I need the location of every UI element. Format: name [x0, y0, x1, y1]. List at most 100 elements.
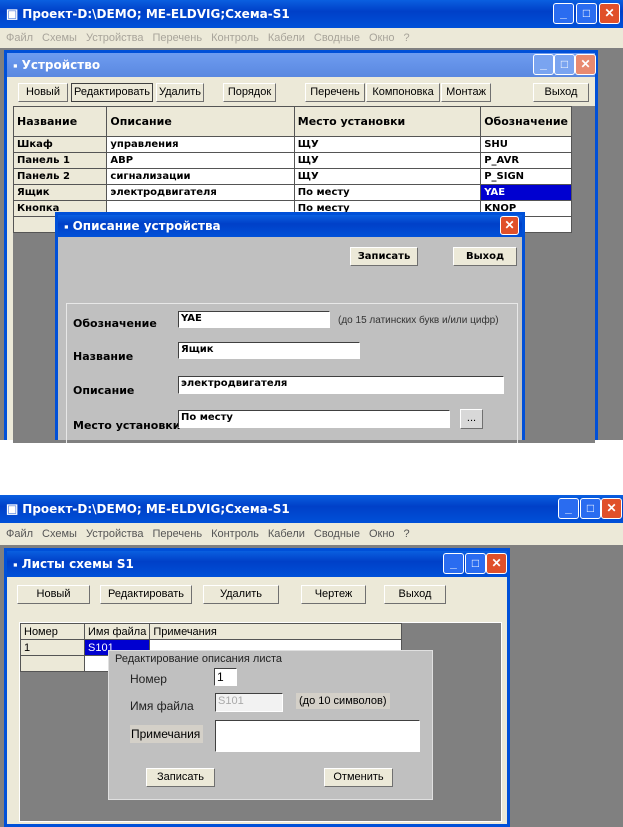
- device-window-title: Устройство: [21, 58, 101, 72]
- child-minimize-button[interactable]: _: [533, 54, 554, 75]
- edit-button[interactable]: Редактировать: [100, 585, 192, 604]
- close-button[interactable]: ✕: [599, 3, 620, 24]
- cell[interactable]: Панель 2: [12, 168, 108, 185]
- browse-button[interactable]: ...: [460, 409, 483, 429]
- exit-button[interactable]: Выход: [384, 585, 446, 604]
- menu-summary[interactable]: Сводные: [314, 32, 360, 44]
- cell[interactable]: сигнализации: [106, 168, 295, 185]
- menu-cables[interactable]: Кабели: [268, 32, 305, 44]
- window-icon: ▪: [13, 57, 18, 73]
- new-button[interactable]: Новый: [17, 585, 90, 604]
- name-input[interactable]: Ящик: [178, 342, 360, 359]
- new-button[interactable]: Новый: [18, 83, 68, 102]
- col-notes[interactable]: Примечания: [149, 623, 402, 640]
- location-label: Место установки: [73, 419, 181, 432]
- table-row[interactable]: Панель 2 сигнализации ЩУ P_SIGN: [12, 168, 572, 185]
- menu-schemes[interactable]: Схемы: [42, 32, 77, 44]
- cell[interactable]: 1: [20, 639, 85, 656]
- col-name[interactable]: Название: [12, 106, 108, 137]
- child-minimize-button[interactable]: _: [443, 553, 464, 574]
- minimize-button[interactable]: _: [558, 498, 579, 519]
- table-header: Название Описание Место установки Обозна…: [12, 106, 572, 137]
- child-maximize-button[interactable]: □: [465, 553, 486, 574]
- app-icon: ▣: [6, 6, 19, 21]
- maximize-button[interactable]: □: [576, 3, 597, 24]
- cell[interactable]: ЩУ: [293, 168, 482, 185]
- col-location[interactable]: Место установки: [293, 106, 482, 137]
- save-button[interactable]: Записать: [146, 768, 215, 787]
- dialog-close-button[interactable]: ✕: [500, 216, 519, 235]
- device-title-bar: ▪ Устройство _ □ ✕: [7, 53, 596, 77]
- drawing-button[interactable]: Чертеж: [301, 585, 366, 604]
- cell[interactable]: АВР: [106, 152, 295, 169]
- col-number[interactable]: Номер: [20, 623, 85, 640]
- child-close-button[interactable]: ✕: [486, 553, 507, 574]
- delete-button[interactable]: Удалить: [156, 83, 204, 102]
- menu-devices[interactable]: Устройства: [86, 32, 144, 44]
- table-row[interactable]: Панель 1 АВР ЩУ P_AVR: [12, 152, 572, 169]
- order-button[interactable]: Порядок: [223, 83, 276, 102]
- edit-sheet-panel: Редактирование описания листа Номер 1 Им…: [108, 650, 433, 800]
- menu-window[interactable]: Окно: [369, 528, 395, 540]
- device-description-dialog: ▪ Описание устройства ✕ Записать Выход Об…: [55, 212, 525, 443]
- menu-list[interactable]: Перечень: [153, 32, 203, 44]
- layout-button[interactable]: Компоновка: [366, 83, 440, 102]
- name-label: Название: [73, 350, 134, 363]
- cell[interactable]: Ящик: [12, 184, 108, 201]
- cell[interactable]: электродвигателя: [106, 184, 295, 201]
- menu-help[interactable]: ?: [404, 528, 410, 540]
- description-input[interactable]: электродвигателя: [178, 376, 504, 394]
- mount-button[interactable]: Монтаж: [441, 83, 491, 102]
- minimize-button[interactable]: _: [553, 3, 574, 24]
- edit-button[interactable]: Редактировать: [71, 83, 153, 102]
- table-header: Номер Имя файла Примечания: [20, 623, 402, 640]
- main-title-bar: ▣ Проект-D:\DEMO; ME-ELDVIG;Схема-S1 _ □ …: [0, 495, 623, 523]
- col-filename[interactable]: Имя файла: [83, 623, 151, 640]
- menu-schemes[interactable]: Схемы: [42, 528, 77, 540]
- menu-list[interactable]: Перечень: [153, 528, 203, 540]
- menu-control[interactable]: Контроль: [211, 32, 259, 44]
- menu-summary[interactable]: Сводные: [314, 528, 360, 540]
- panel-legend: Редактирование описания листа: [115, 653, 283, 665]
- maximize-button[interactable]: □: [580, 498, 601, 519]
- child-maximize-button[interactable]: □: [554, 54, 575, 75]
- selected-cell[interactable]: YAE: [480, 184, 572, 201]
- cancel-button[interactable]: Отменить: [324, 768, 393, 787]
- menu-help[interactable]: ?: [404, 32, 410, 44]
- child-close-button[interactable]: ✕: [575, 54, 596, 75]
- col-designation[interactable]: Обозначение: [480, 106, 572, 137]
- cell[interactable]: Панель 1: [12, 152, 108, 169]
- table-row[interactable]: Ящик электродвигателя По месту YAE: [12, 184, 572, 201]
- cell[interactable]: P_SIGN: [480, 168, 572, 185]
- cell[interactable]: Шкаф: [12, 136, 108, 153]
- designation-input[interactable]: YAE: [178, 311, 330, 328]
- menu-control[interactable]: Контроль: [211, 528, 259, 540]
- menu-file[interactable]: Файл: [6, 32, 33, 44]
- menu-file[interactable]: Файл: [6, 528, 33, 540]
- number-label: Номер: [130, 672, 167, 686]
- col-description[interactable]: Описание: [106, 106, 295, 137]
- location-input[interactable]: По месту: [178, 410, 450, 428]
- filename-input[interactable]: S101: [215, 693, 283, 712]
- menu-devices[interactable]: Устройства: [86, 528, 144, 540]
- sheets-title-bar: ▪ Листы схемы S1 _ □ ✕: [7, 551, 507, 577]
- cell[interactable]: SHU: [480, 136, 572, 153]
- notes-input[interactable]: [215, 720, 420, 752]
- table-row[interactable]: Шкаф управления ЩУ SHU: [12, 136, 572, 153]
- menu-cables[interactable]: Кабели: [268, 528, 305, 540]
- cell[interactable]: По месту: [293, 184, 482, 201]
- cell[interactable]: ЩУ: [293, 152, 482, 169]
- number-input[interactable]: 1: [214, 668, 237, 686]
- delete-button[interactable]: Удалить: [203, 585, 279, 604]
- cell[interactable]: [20, 655, 85, 672]
- cell[interactable]: P_AVR: [480, 152, 572, 169]
- dialog-exit-button[interactable]: Выход: [453, 247, 517, 266]
- designation-label: Обозначение: [73, 317, 157, 330]
- menu-window[interactable]: Окно: [369, 32, 395, 44]
- cell[interactable]: ЩУ: [293, 136, 482, 153]
- exit-button[interactable]: Выход: [533, 83, 589, 102]
- list-button[interactable]: Перечень: [305, 83, 365, 102]
- save-button[interactable]: Записать: [350, 247, 418, 266]
- close-button[interactable]: ✕: [601, 498, 622, 519]
- cell[interactable]: управления: [106, 136, 295, 153]
